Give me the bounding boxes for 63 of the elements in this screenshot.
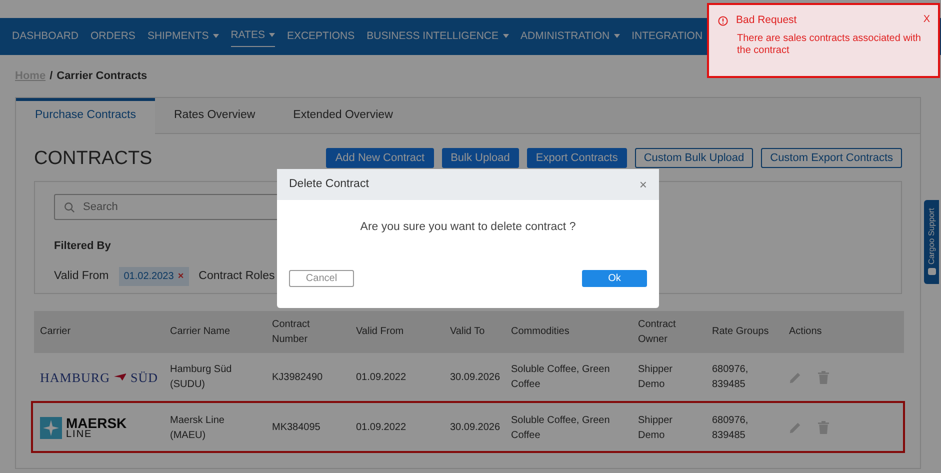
column-header: Commodities (505, 310, 632, 353)
table-cell: KJ3982490 (272, 372, 323, 383)
nav-link[interactable]: BUSINESS INTELLIGENCE (366, 26, 509, 46)
caret-icon[interactable] (212, 34, 219, 38)
page-title: CONTRACTS (34, 148, 152, 171)
column-header: Valid From (350, 310, 444, 353)
breadcrumb-current: Carrier Contracts (56, 69, 148, 84)
tab[interactable]: Purchase Contracts (16, 98, 155, 134)
action-button[interactable]: Export Contracts (526, 148, 627, 168)
column-header: Actions (783, 310, 904, 353)
column-header: Carrier Name (164, 310, 266, 353)
column-header: Contract Number (266, 310, 350, 353)
alert-icon (718, 16, 728, 26)
table-cell: MK384095 (272, 422, 320, 434)
ok-button[interactable]: Ok (582, 270, 647, 288)
table-cell: 01.09.2022 (356, 422, 406, 434)
carrier-logo: MAERSK LINE (40, 416, 158, 440)
filter-label: Contract Roles (198, 268, 275, 284)
close-button[interactable]: X (923, 12, 930, 27)
table-cell: 30.09.2026 (450, 372, 500, 383)
table-cell: Maersk Line (MAEU) (170, 414, 224, 441)
tab[interactable]: Extended Overview (274, 98, 412, 133)
table-cell: 01.09.2022 (356, 372, 406, 383)
carrier-logo: HAMBURG SÜD (40, 368, 158, 387)
caret-icon[interactable] (268, 33, 275, 38)
table-cell: Soluble Coffee, Green Coffee (511, 414, 610, 441)
nav-link[interactable]: SHIPMENTS (147, 26, 219, 46)
table-cell: Shipper Demo (638, 414, 672, 441)
nav-link[interactable]: DASHBOARD (12, 26, 79, 46)
action-button[interactable]: Bulk Upload (442, 148, 519, 168)
action-button[interactable]: Add New Contract (326, 148, 434, 168)
nav-link[interactable]: INTEGRATION (632, 26, 703, 46)
column-header: Carrier (34, 310, 164, 353)
table-cell: 680976, 839485 (712, 364, 748, 390)
filter-label: Valid From (54, 268, 109, 284)
cancel-button[interactable]: Cancel (289, 270, 354, 288)
table-cell: Soluble Coffee, Green Coffee (511, 364, 610, 390)
toast-message: There are sales contracts associated with the contract (737, 32, 922, 58)
nav-link[interactable]: RATES (230, 26, 275, 47)
close-button[interactable]: × (639, 174, 647, 194)
tab[interactable]: Rates Overview (155, 98, 274, 133)
table-cell: Hamburg Süd (SUDU) (170, 364, 232, 390)
action-button[interactable]: Custom Export Contracts (761, 148, 902, 168)
dialog-message: Are you sure you want to delete contract ? (359, 220, 577, 235)
nav-link[interactable]: EXCEPTIONS (286, 26, 355, 46)
filter-chip[interactable]: 01.02.2023 × (118, 267, 189, 286)
table-cell: Shipper Demo (638, 364, 672, 390)
action-button[interactable]: Custom Bulk Upload (634, 148, 754, 168)
column-header: Rate Groups (706, 310, 783, 353)
table-cell: 30.09.2026 (450, 422, 500, 434)
table-cell: 680976, 839485 (712, 414, 748, 441)
caret-icon[interactable] (502, 34, 509, 38)
toast-title: Bad Request (736, 13, 797, 28)
caret-icon[interactable] (614, 34, 620, 38)
support-tab[interactable]: Cargoo Support (924, 200, 939, 284)
chat-icon (928, 268, 936, 276)
dialog-title: Delete Contract (289, 176, 369, 192)
filter-heading: Filtered By (54, 238, 112, 254)
column-header: Contract Owner (632, 310, 706, 353)
breadcrumb-separator: / (50, 69, 53, 84)
nav-link[interactable]: ADMINISTRATION (520, 26, 620, 46)
column-header: Valid To (444, 310, 505, 353)
nav-link[interactable]: ORDERS (90, 26, 136, 46)
